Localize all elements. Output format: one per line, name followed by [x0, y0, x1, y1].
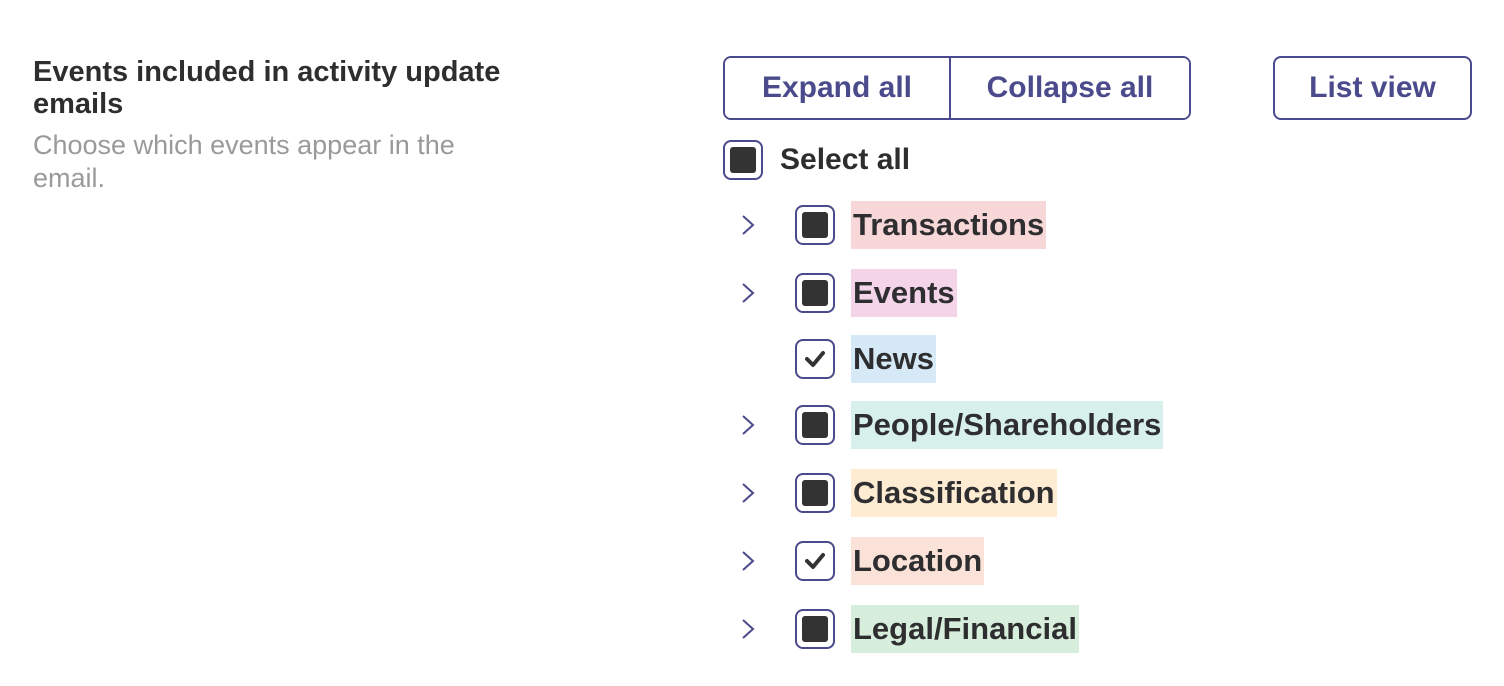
select-all[interactable]: Select all [723, 140, 910, 180]
category-label: Location [851, 537, 985, 585]
chevron-right-icon[interactable] [736, 546, 760, 576]
category-row-events: Events [736, 268, 957, 318]
category-row-transactions: Transactions [736, 200, 1047, 250]
expand-collapse-group: Expand all Collapse all [723, 56, 1191, 120]
chevron-right-icon[interactable] [736, 210, 760, 240]
category-checkbox[interactable] [795, 473, 835, 513]
category-label: Events [851, 269, 957, 317]
category-label: News [851, 335, 936, 383]
indeterminate-icon [802, 280, 828, 306]
expand-all-button[interactable]: Expand all [725, 58, 949, 118]
indeterminate-icon [802, 412, 828, 438]
select-all-label: Select all [780, 143, 911, 176]
category-checkbox[interactable] [795, 405, 835, 445]
indeterminate-icon [730, 147, 756, 173]
category-label: People/Shareholders [851, 401, 1164, 449]
checkmark-icon [805, 553, 825, 569]
chevron-right-icon[interactable] [736, 410, 760, 440]
section-header: Events included in activity update email… [33, 56, 533, 195]
category-label: Classification [851, 469, 1057, 517]
collapse-all-button[interactable]: Collapse all [949, 58, 1189, 118]
category-checkbox[interactable] [795, 541, 835, 581]
checkmark-icon [805, 351, 825, 367]
chevron-right-icon[interactable] [736, 278, 760, 308]
section-subtitle: Choose which events appear in the email. [33, 130, 455, 193]
category-label: Transactions [851, 201, 1047, 249]
category-label: Legal/Financial [851, 605, 1079, 653]
indeterminate-icon [802, 616, 828, 642]
category-row-people-shareholders: People/Shareholders [736, 400, 1164, 450]
list-view-button[interactable]: List view [1273, 56, 1472, 120]
category-checkbox[interactable] [795, 273, 835, 313]
category-row-classification: Classification [736, 468, 1057, 518]
indeterminate-icon [802, 212, 828, 238]
category-row-location: Location [736, 536, 985, 586]
category-checkbox[interactable] [795, 609, 835, 649]
category-checkbox[interactable] [795, 205, 835, 245]
section-title: Events included in activity update email… [33, 56, 501, 120]
indeterminate-icon [802, 480, 828, 506]
chevron-right-icon[interactable] [736, 614, 760, 644]
category-checkbox[interactable] [795, 339, 835, 379]
category-row-legal-financial: Legal/Financial [736, 604, 1079, 654]
select-all-checkbox[interactable] [723, 140, 763, 180]
chevron-right-icon[interactable] [736, 478, 760, 508]
